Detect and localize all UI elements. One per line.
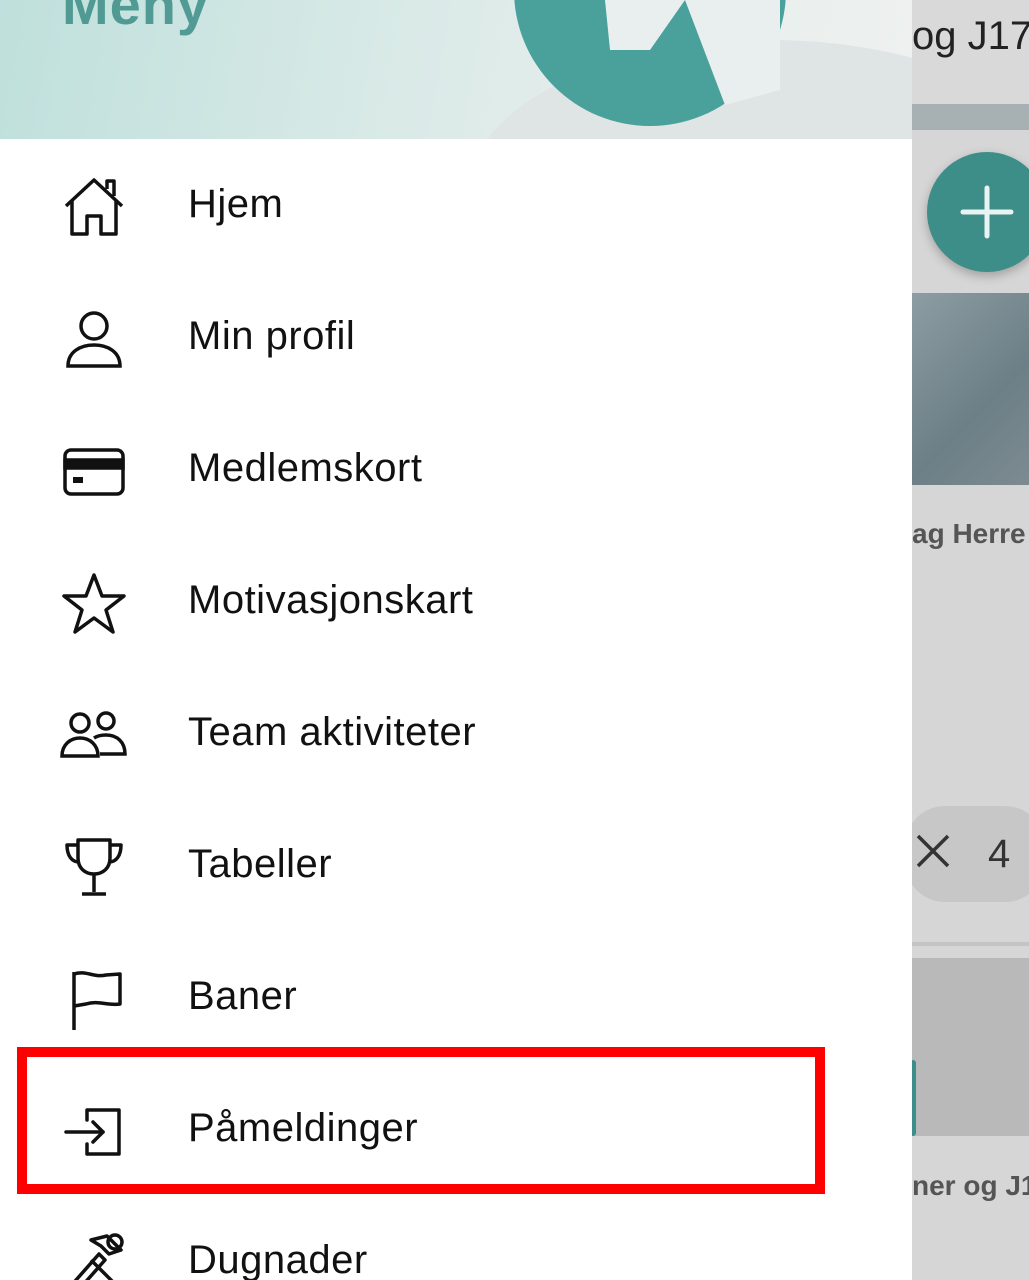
sign-in-icon	[58, 1100, 130, 1164]
club-logo-icon	[514, 0, 786, 126]
navigation-drawer: Meny Hjem Min profil Medlemskort Motivas…	[0, 0, 912, 1280]
menu-item-medlemskort[interactable]: Medlemskort	[0, 404, 912, 536]
background-card-title-2: ner og J1	[912, 1170, 1029, 1201]
close-icon[interactable]	[914, 832, 954, 872]
team-icon	[58, 704, 130, 768]
tools-icon	[58, 1232, 130, 1280]
star-icon	[58, 572, 130, 636]
drawer-menu: Hjem Min profil Medlemskort Motivasjonsk…	[0, 140, 912, 1280]
menu-item-team-aktiviteter[interactable]: Team aktiviteter	[0, 668, 912, 800]
trophy-icon	[58, 836, 130, 900]
background-card-image-2[interactable]	[912, 958, 1029, 1136]
menu-item-label: Baner	[188, 974, 298, 1018]
flag-icon	[58, 968, 130, 1032]
plus-icon	[960, 185, 1014, 239]
background-card-image[interactable]	[912, 293, 1029, 485]
menu-item-label: Medlemskort	[188, 446, 423, 490]
drawer-title: Meny	[62, 0, 210, 36]
background-card-title: ag Herre	[912, 518, 1026, 549]
add-button[interactable]	[927, 152, 1029, 272]
menu-item-label: Team aktiviteter	[188, 710, 477, 754]
background-header-title: og J17	[912, 14, 1029, 58]
menu-item-label: Dugnader	[188, 1238, 368, 1280]
credit-card-icon	[58, 440, 130, 504]
menu-item-label: Motivasjonskart	[188, 578, 474, 622]
background-subbar	[912, 104, 1029, 130]
menu-item-label: Min profil	[188, 314, 356, 358]
menu-item-tabeller[interactable]: Tabeller	[0, 800, 912, 932]
menu-item-motivasjonskart[interactable]: Motivasjonskart	[0, 536, 912, 668]
home-icon	[58, 176, 130, 240]
user-icon	[58, 308, 130, 372]
menu-item-min-profil[interactable]: Min profil	[0, 272, 912, 404]
menu-item-label: Tabeller	[188, 842, 333, 886]
menu-item-label: Påmeldinger	[188, 1106, 419, 1150]
menu-item-baner[interactable]: Baner	[0, 932, 912, 1064]
menu-item-dugnader[interactable]: Dugnader	[0, 1196, 912, 1280]
menu-item-pameldinger[interactable]: Påmeldinger	[0, 1064, 912, 1196]
background-chip-count: 4	[988, 832, 1011, 876]
background-divider	[912, 942, 1029, 946]
menu-item-label: Hjem	[188, 182, 284, 226]
drawer-header: Meny	[0, 0, 912, 139]
menu-item-hjem[interactable]: Hjem	[0, 140, 912, 272]
